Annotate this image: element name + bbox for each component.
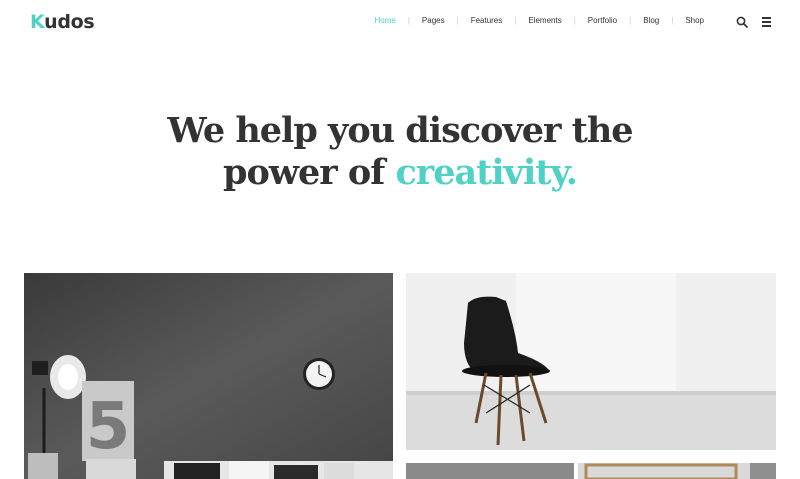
top-navbar: Kudos Home | Pages | Features | Elements…	[0, 0, 800, 46]
hero-line-2: power of creativity.	[0, 152, 800, 194]
hero-line-2-prefix: power of	[223, 152, 396, 193]
nav-item-blog[interactable]: Blog	[631, 16, 671, 25]
logo-initial: K	[30, 11, 45, 33]
hamburger-menu-icon[interactable]	[762, 17, 772, 27]
nav-item-elements[interactable]: Elements	[516, 16, 573, 25]
portfolio-image-living-room[interactable]: 5	[24, 273, 393, 479]
nav-item-home[interactable]: Home	[363, 16, 408, 25]
nav-item-shop[interactable]: Shop	[673, 16, 716, 25]
brand-logo[interactable]: Kudos	[30, 11, 95, 33]
portfolio-image-gallery-1[interactable]	[406, 463, 574, 479]
frame-illustration	[578, 463, 776, 479]
hero-accent-word: creativity.	[395, 152, 577, 193]
chair-illustration	[406, 273, 776, 450]
hero-heading: We help you discover the power of creati…	[0, 110, 800, 194]
main-nav: Home | Pages | Features | Elements | Por…	[363, 16, 717, 25]
search-icon[interactable]	[736, 16, 748, 28]
portfolio-image-chair[interactable]	[406, 273, 776, 450]
svg-text:5: 5	[86, 390, 131, 464]
nav-item-features[interactable]: Features	[459, 16, 515, 25]
living-room-illustration: 5	[24, 273, 393, 479]
nav-item-portfolio[interactable]: Portfolio	[576, 16, 629, 25]
nav-item-pages[interactable]: Pages	[410, 16, 457, 25]
logo-rest: udos	[44, 11, 95, 33]
portfolio-image-gallery-2[interactable]	[578, 463, 776, 479]
hero-line-1: We help you discover the	[167, 110, 633, 151]
